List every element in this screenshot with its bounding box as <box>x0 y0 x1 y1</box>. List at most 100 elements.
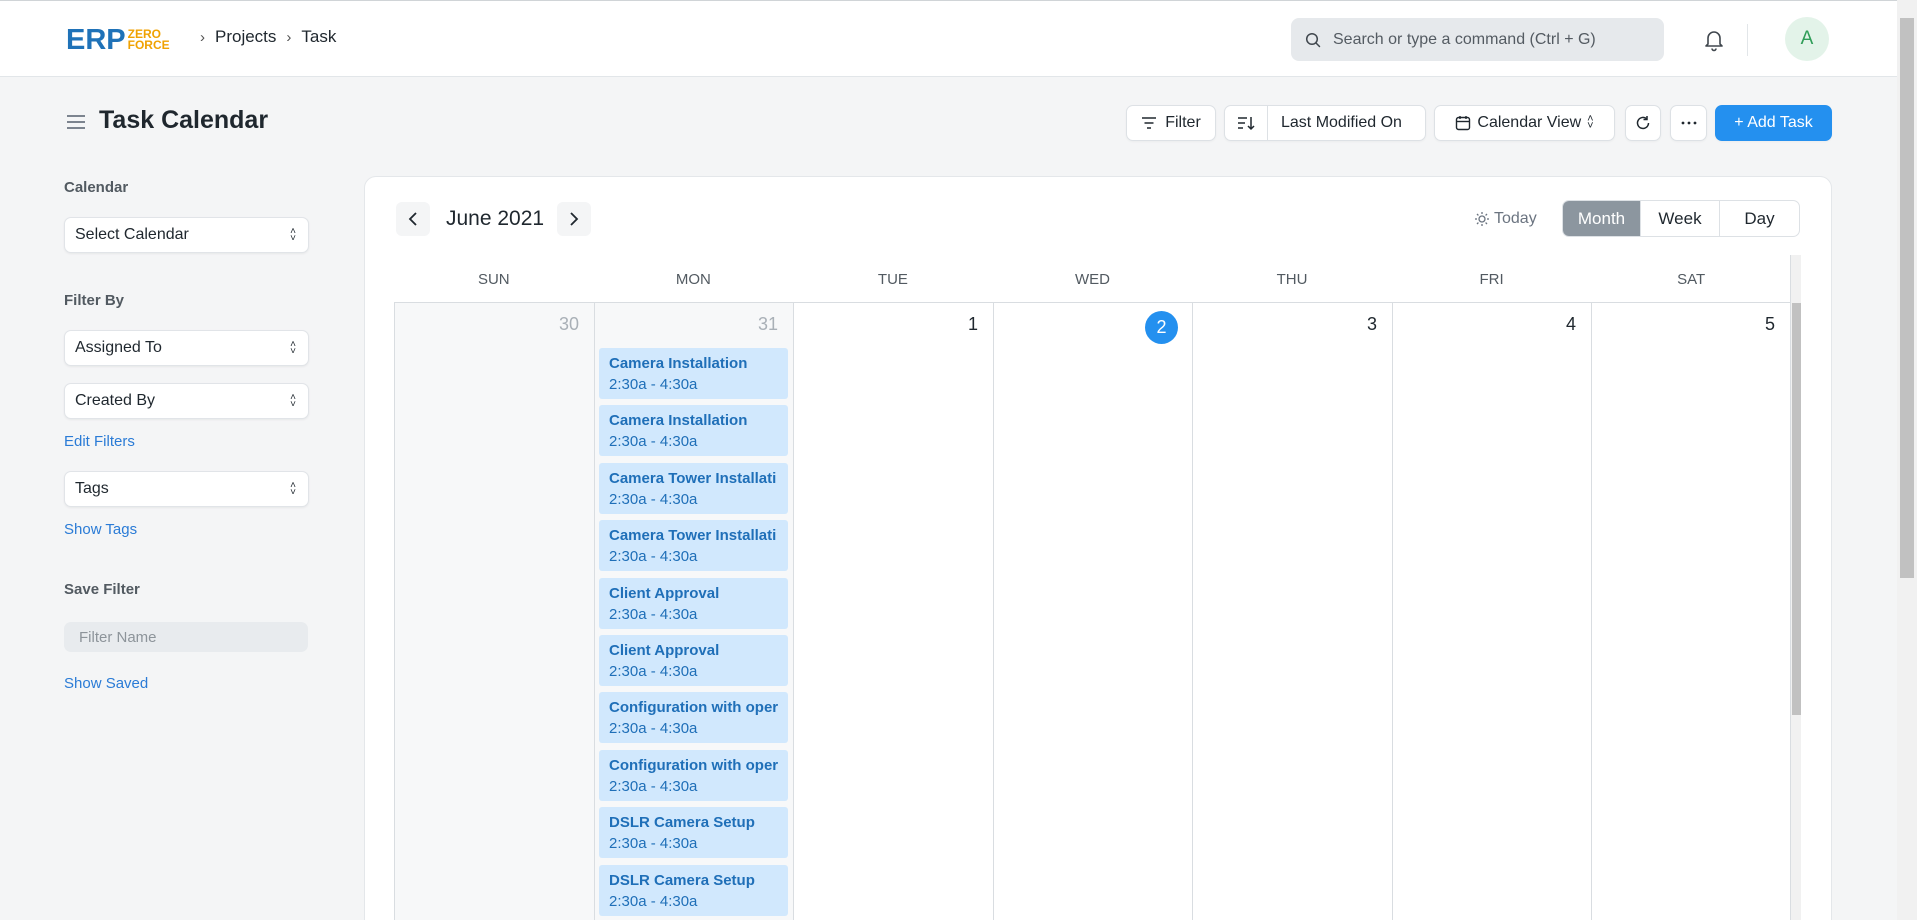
bell-icon[interactable] <box>1703 28 1725 52</box>
created-by-value: Created By <box>75 392 156 409</box>
scrollbar-thumb[interactable] <box>1900 18 1914 578</box>
avatar[interactable]: A <box>1785 17 1829 61</box>
calendar-event[interactable]: Client Approval 2:30a - 4:30a <box>599 635 788 686</box>
grid-line <box>394 303 395 920</box>
tags-filter[interactable]: Tags ˄ ˅ <box>64 471 309 507</box>
event-time: 2:30a - 4:30a <box>609 893 698 910</box>
calendar-event[interactable]: Camera Tower Installati 2:30a - 4:30a <box>599 463 788 514</box>
other-month-day-cell[interactable] <box>395 303 594 920</box>
calendar-event[interactable]: Client Approval 2:30a - 4:30a <box>599 578 788 629</box>
chevron-updown-icon: ˄ ˅ <box>290 392 296 410</box>
calendar-title: June 2021 <box>446 207 545 230</box>
logo-text: ERP <box>66 23 126 56</box>
event-time: 2:30a - 4:30a <box>609 720 698 737</box>
filter-by-label: Filter By <box>64 292 125 309</box>
sort-control: Last Modified On <box>1224 105 1426 141</box>
event-title: Client Approval <box>609 585 720 602</box>
view-label: Calendar View <box>1477 114 1582 131</box>
show-tags-link[interactable]: Show Tags <box>64 521 137 538</box>
event-time: 2:30a - 4:30a <box>609 548 698 565</box>
refresh-icon <box>1636 116 1650 130</box>
navbar: ERP ZERO FORCE › Projects › Task Search … <box>0 0 1897 77</box>
calendar-scrollbar[interactable] <box>1791 255 1801 920</box>
save-filter-label: Save Filter <box>64 581 140 598</box>
chevron-right-icon <box>570 212 579 226</box>
calendar-event[interactable]: DSLR Camera Setup 2:30a - 4:30a <box>599 807 788 858</box>
view-selector[interactable]: Calendar View ˄ ˅ <box>1434 105 1615 141</box>
show-saved-link[interactable]: Show Saved <box>64 675 148 692</box>
event-title: Client Approval <box>609 642 720 659</box>
add-task-button[interactable]: + Add Task <box>1715 105 1832 141</box>
today-day-number[interactable]: 2 <box>1145 311 1178 344</box>
assigned-to-filter[interactable]: Assigned To ˄ ˅ <box>64 330 309 366</box>
logo-subtext: ZERO FORCE <box>127 27 170 52</box>
sort-order-button[interactable] <box>1225 106 1268 140</box>
prev-month-button[interactable] <box>396 202 430 236</box>
event-time: 2:30a - 4:30a <box>609 491 698 508</box>
edit-filters-link[interactable]: Edit Filters <box>64 433 135 450</box>
grid-line <box>793 303 794 920</box>
select-calendar-dropdown[interactable]: Select Calendar ˄ ˅ <box>64 217 309 253</box>
grid-line <box>1392 303 1393 920</box>
day-number[interactable]: 31 <box>738 314 778 335</box>
page-scrollbar[interactable] <box>1897 0 1917 920</box>
search-placeholder: Search or type a command (Ctrl + G) <box>1333 30 1596 48</box>
next-month-button[interactable] <box>557 202 591 236</box>
day-number[interactable]: 4 <box>1536 314 1576 335</box>
more-actions-button[interactable] <box>1670 105 1707 141</box>
app-logo[interactable]: ERP ZERO FORCE <box>66 23 170 56</box>
calendar-event[interactable]: Camera Tower Installati 2:30a - 4:30a <box>599 520 788 571</box>
chevron-left-icon <box>408 212 417 226</box>
tags-value: Tags <box>75 480 109 497</box>
today-label: Today <box>1494 210 1537 227</box>
refresh-button[interactable] <box>1625 105 1661 141</box>
event-title: Configuration with oper <box>609 757 779 774</box>
calendar-event[interactable]: Camera Installation 2:30a - 4:30a <box>599 405 788 456</box>
day-number[interactable]: 5 <box>1735 314 1775 335</box>
week-view-button[interactable]: Week <box>1641 201 1720 236</box>
calendar-event[interactable]: DSLR Camera Setup 2:30a - 4:30a <box>599 865 788 916</box>
calendar-label: Calendar <box>64 179 129 196</box>
event-time: 2:30a - 4:30a <box>609 778 698 795</box>
event-time: 2:30a - 4:30a <box>609 835 698 852</box>
event-title: DSLR Camera Setup <box>609 872 755 889</box>
month-view-button[interactable]: Month <box>1563 201 1641 236</box>
filter-button[interactable]: Filter <box>1126 105 1216 141</box>
event-title: Camera Installation <box>609 355 748 372</box>
day-number[interactable]: 30 <box>539 314 579 335</box>
weekday-label: TUE <box>877 271 908 288</box>
grid-line <box>993 303 994 920</box>
filter-name-input[interactable]: Filter Name <box>64 622 308 652</box>
calendar-event[interactable]: Configuration with oper 2:30a - 4:30a <box>599 692 788 743</box>
weekday-label: SAT <box>1677 271 1706 288</box>
assigned-to-value: Assigned To <box>75 339 162 356</box>
weekday-header-row: SUN MON TUE WED THU FRI SAT <box>394 256 1791 303</box>
grid-line <box>594 303 595 920</box>
navbar-divider <box>1747 24 1748 56</box>
today-button[interactable]: Today <box>1474 210 1537 228</box>
sidebar-toggle-icon[interactable] <box>66 113 86 131</box>
more-icon <box>1681 121 1696 125</box>
day-number[interactable]: 3 <box>1337 314 1377 335</box>
breadcrumb-task[interactable]: Task <box>301 27 336 47</box>
breadcrumb-projects[interactable]: Projects <box>215 27 276 47</box>
calendar-event[interactable]: Camera Installation 2:30a - 4:30a <box>599 348 788 399</box>
created-by-filter[interactable]: Created By ˄ ˅ <box>64 383 309 419</box>
day-view-button[interactable]: Day <box>1720 201 1799 236</box>
filter-icon <box>1142 117 1157 129</box>
search-input[interactable]: Search or type a command (Ctrl + G) <box>1291 18 1664 61</box>
weekday-label: THU <box>1276 271 1308 288</box>
chevron-updown-icon: ˄ ˅ <box>290 226 296 244</box>
page-title: Task Calendar <box>99 106 269 134</box>
event-title: Configuration with oper <box>609 699 779 716</box>
event-time: 2:30a - 4:30a <box>609 663 698 680</box>
breadcrumb: › Projects › Task <box>190 27 336 47</box>
calendar-icon <box>1456 116 1471 131</box>
sort-field-button[interactable]: Last Modified On <box>1268 114 1402 132</box>
calendar-scrollbar-thumb[interactable] <box>1792 303 1801 715</box>
calendar-event[interactable]: Configuration with oper 2:30a - 4:30a <box>599 750 788 801</box>
grid-line <box>1591 303 1592 920</box>
day-number[interactable]: 1 <box>938 314 978 335</box>
weekday-label: SUN <box>477 271 510 288</box>
event-time: 2:30a - 4:30a <box>609 606 698 623</box>
